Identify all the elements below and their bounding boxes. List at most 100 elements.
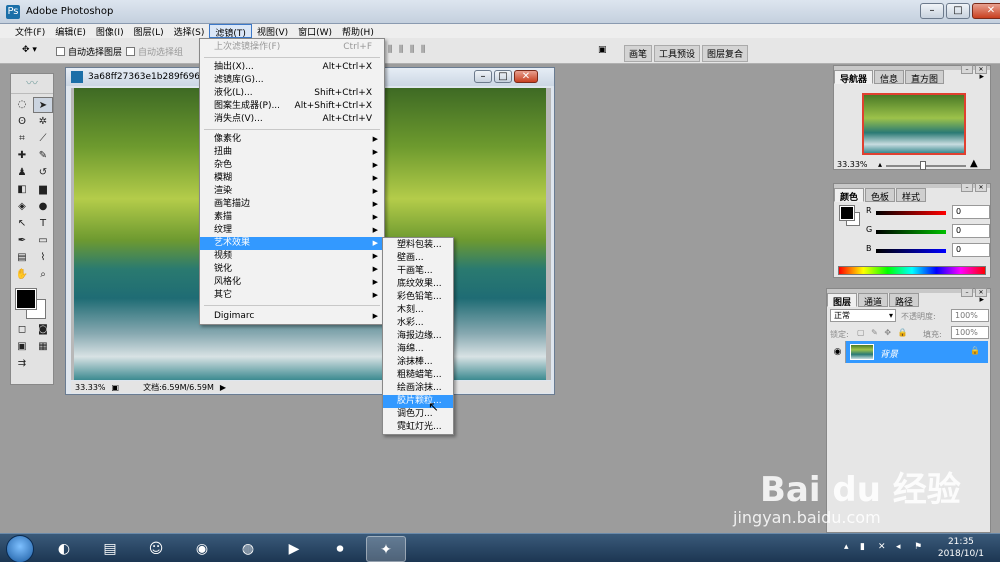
menu-item-sponge[interactable]: 海绵... bbox=[383, 343, 453, 356]
align-distribute-buttons[interactable]: ⫼ ⫼ ⫼ ⫼ bbox=[388, 45, 427, 55]
eraser-tool-icon[interactable]: ◧ bbox=[12, 182, 32, 198]
menu-image[interactable]: 图像(I) bbox=[91, 24, 129, 38]
status-menu-icon[interactable]: ▣ bbox=[112, 383, 120, 392]
screen-recorder-icon[interactable]: ⏺ bbox=[320, 536, 360, 562]
menu-item-last-filter[interactable]: 上次滤镜操作(F) Ctrl+F bbox=[200, 41, 384, 54]
color-spectrum-bar[interactable] bbox=[838, 266, 986, 275]
panel-minimize-button[interactable]: – bbox=[961, 288, 973, 297]
doc-minimize-button[interactable]: – bbox=[474, 70, 492, 83]
navigator-zoom[interactable]: 33.33% bbox=[837, 160, 868, 169]
g-value-input[interactable]: 0 bbox=[952, 224, 990, 238]
hand-tool-icon[interactable]: ✋ bbox=[12, 267, 32, 283]
menu-item-brush-strokes[interactable]: 画笔描边 ▶ bbox=[200, 198, 384, 211]
menu-item-watercolor[interactable]: 水彩... bbox=[383, 317, 453, 330]
menu-item-pattern-maker[interactable]: 图案生成器(P)... Alt+Shift+Ctrl+X bbox=[200, 100, 384, 113]
opacity-input[interactable]: 100% bbox=[951, 309, 989, 322]
g-slider[interactable] bbox=[876, 230, 946, 234]
zoom-tool-icon[interactable]: ⌕ bbox=[33, 267, 53, 283]
crop-tool-icon[interactable]: ⌗ bbox=[12, 131, 32, 147]
menu-edit[interactable]: 编辑(E) bbox=[50, 24, 91, 38]
zoom-in-icon[interactable]: ▲ bbox=[970, 158, 978, 169]
type-tool-icon[interactable]: T bbox=[33, 216, 53, 232]
menu-item-noise[interactable]: 杂色 ▶ bbox=[200, 159, 384, 172]
menu-item-pixelate[interactable]: 像素化 ▶ bbox=[200, 133, 384, 146]
menu-filter[interactable]: 滤镜(T) bbox=[209, 24, 252, 39]
marquee-tool-icon[interactable]: ◌ bbox=[12, 97, 32, 113]
menu-item-dry-brush[interactable]: 干画笔... bbox=[383, 265, 453, 278]
auto-select-group-checkbox[interactable] bbox=[126, 47, 135, 56]
dock-tab-brushes[interactable]: 画笔 bbox=[624, 45, 653, 62]
magic-wand-tool-icon[interactable]: ✲ bbox=[33, 114, 53, 130]
menu-item-other[interactable]: 其它 ▶ bbox=[200, 289, 384, 302]
align-icons[interactable]: ⫼ ⫼ ⫼ ⫼ bbox=[388, 45, 427, 55]
status-arrow-icon[interactable]: ▶ bbox=[220, 383, 226, 392]
menu-window[interactable]: 窗口(W) bbox=[293, 24, 337, 38]
lock-icons[interactable]: ▢ ✎ ✥ 🔒 bbox=[857, 328, 910, 337]
volume-icon[interactable]: ◂ bbox=[896, 542, 901, 552]
menu-item-neon-glow[interactable]: 霓虹灯光... bbox=[383, 421, 453, 434]
file-explorer-icon[interactable]: ▤ bbox=[90, 536, 130, 562]
lasso-tool-icon[interactable]: ʘ bbox=[12, 114, 32, 130]
clone-stamp-tool-icon[interactable]: ♟ bbox=[12, 165, 32, 181]
menu-item-sketch[interactable]: 素描 ▶ bbox=[200, 211, 384, 224]
menu-item-texture[interactable]: 纹理 ▶ bbox=[200, 224, 384, 237]
blur-tool-icon[interactable]: ◈ bbox=[12, 199, 32, 215]
firefox-icon[interactable]: ◍ bbox=[228, 536, 268, 562]
menu-item-plastic-wrap[interactable]: 塑料包装... bbox=[383, 239, 453, 252]
tab-navigator[interactable]: 导航器 bbox=[834, 70, 874, 85]
menu-item-video[interactable]: 视频 ▶ bbox=[200, 250, 384, 263]
taskbar-clock[interactable]: 21:35 2018/10/1 bbox=[938, 536, 984, 560]
r-slider[interactable] bbox=[876, 211, 946, 215]
menu-item-filter-gallery[interactable]: 滤镜库(G)... bbox=[200, 74, 384, 87]
history-brush-tool-icon[interactable]: ↺ bbox=[33, 165, 53, 181]
layer-row-background[interactable]: ◉ 背景 🔒 bbox=[830, 341, 988, 363]
doc-maximize-button[interactable]: □ bbox=[494, 70, 512, 83]
auto-select-layer-option[interactable]: 自动选择图层 bbox=[56, 45, 122, 58]
screen-mode-icon[interactable]: ▣ bbox=[12, 339, 32, 355]
zoom-slider-knob[interactable] bbox=[920, 161, 926, 170]
eyedropper-tool-icon[interactable]: ⌇ bbox=[33, 250, 53, 266]
tab-paths[interactable]: 路径 bbox=[889, 293, 920, 308]
battery-icon[interactable]: ▮ bbox=[860, 542, 865, 552]
start-button[interactable] bbox=[6, 535, 34, 562]
zoom-out-icon[interactable]: ▴ bbox=[878, 160, 882, 169]
menu-item-film-grain[interactable]: 胶片颗粒... bbox=[383, 395, 453, 408]
quick-mask-icon[interactable]: ◙ bbox=[33, 322, 53, 338]
menu-item-render[interactable]: 渲染 ▶ bbox=[200, 185, 384, 198]
tab-channels[interactable]: 通道 bbox=[858, 293, 889, 308]
panel-menu-icon[interactable]: ▸ bbox=[979, 72, 984, 82]
navigator-thumbnail[interactable] bbox=[862, 93, 966, 155]
healing-brush-tool-icon[interactable]: ✚ bbox=[12, 148, 32, 164]
menu-item-artistic[interactable]: 艺术效果 ▶ bbox=[200, 237, 384, 250]
media-player-icon[interactable]: ◉ bbox=[182, 536, 222, 562]
menu-file[interactable]: 文件(F) bbox=[10, 24, 50, 38]
panel-minimize-button[interactable]: – bbox=[961, 65, 973, 74]
brush-tool-icon[interactable]: ✎ bbox=[33, 148, 53, 164]
jump-to-imageready-icon[interactable]: ⇉ bbox=[12, 356, 32, 372]
close-button[interactable]: ✕ bbox=[972, 3, 1000, 19]
b-value-input[interactable]: 0 bbox=[952, 243, 990, 257]
tab-styles[interactable]: 样式 bbox=[896, 188, 927, 203]
dodge-tool-icon[interactable]: ● bbox=[33, 199, 53, 215]
gradient-tool-icon[interactable]: ▆ bbox=[33, 182, 53, 198]
move-tool-preset[interactable]: ✥ ▾ bbox=[22, 45, 37, 55]
minimize-button[interactable]: – bbox=[920, 3, 944, 19]
tab-histogram[interactable]: 直方图 bbox=[905, 70, 945, 85]
tab-swatches[interactable]: 色板 bbox=[865, 188, 896, 203]
menu-item-sharpen[interactable]: 锐化 ▶ bbox=[200, 263, 384, 276]
pen-tool-icon[interactable]: ✒ bbox=[12, 233, 32, 249]
menu-layer[interactable]: 图层(L) bbox=[129, 24, 169, 38]
palette-well-icon[interactable]: ▣ bbox=[598, 45, 607, 55]
menu-item-paint-daubs[interactable]: 绘画涂抹... bbox=[383, 382, 453, 395]
blend-mode-select[interactable]: 正常 ▾ bbox=[830, 309, 896, 322]
menu-item-colored-pencil[interactable]: 彩色铅笔... bbox=[383, 291, 453, 304]
b-slider[interactable] bbox=[876, 249, 946, 253]
menu-item-cutout[interactable]: 木刻... bbox=[383, 304, 453, 317]
full-screen-icon[interactable]: ▦ bbox=[33, 339, 53, 355]
menu-item-digimarc[interactable]: Digimarc ▶ bbox=[200, 310, 384, 323]
shape-tool-icon[interactable]: ▭ bbox=[33, 233, 53, 249]
r-value-input[interactable]: 0 bbox=[952, 205, 990, 219]
menu-item-poster-edges[interactable]: 海报边缘... bbox=[383, 330, 453, 343]
path-selection-tool-icon[interactable]: ↖ bbox=[12, 216, 32, 232]
foreground-color-swatch[interactable] bbox=[15, 288, 37, 310]
